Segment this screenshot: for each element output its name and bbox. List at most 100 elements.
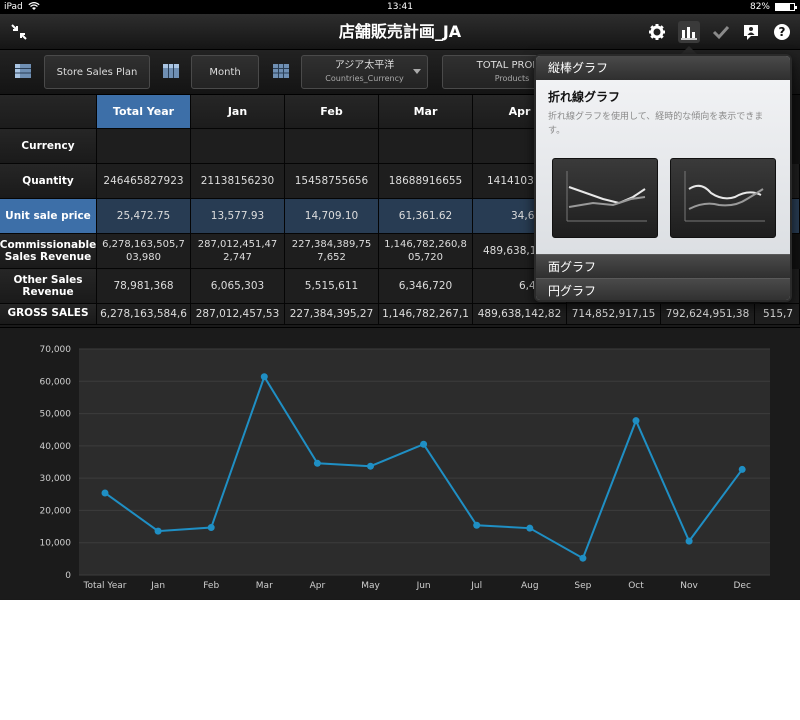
x-tick-label: Total Year: [83, 581, 127, 591]
table-cell[interactable]: 287,012,457,53: [191, 304, 285, 325]
gear-icon[interactable]: [646, 21, 668, 43]
x-tick-label: Feb: [203, 581, 219, 591]
user-comment-icon[interactable]: [740, 21, 762, 43]
x-tick-label: May: [361, 581, 380, 591]
y-tick-label: 20,000: [40, 506, 72, 516]
region-sublabel: Countries_Currency: [325, 74, 404, 83]
table-cell[interactable]: [191, 129, 285, 164]
data-point[interactable]: [101, 489, 109, 497]
line-chart-svg: 0 10,000 20,000 30,000 40,000 50,000 60,000 70,…: [40, 345, 770, 591]
line-chart-thumbnail-1[interactable]: [552, 158, 658, 238]
data-point[interactable]: [632, 417, 640, 425]
col-header-jan[interactable]: Jan: [191, 95, 285, 129]
table-cell[interactable]: [379, 129, 473, 164]
checkmark-icon[interactable]: [710, 21, 732, 43]
data-point[interactable]: [154, 527, 162, 535]
y-tick-label: 50,000: [40, 410, 72, 420]
x-tick-label: Apr: [310, 581, 326, 591]
y-tick-label: 60,000: [40, 377, 72, 387]
data-point[interactable]: [526, 524, 534, 532]
plan-selector-button[interactable]: Store Sales Plan: [44, 55, 150, 89]
data-point[interactable]: [738, 465, 746, 473]
table-cell[interactable]: 5,515,611: [285, 269, 379, 304]
table-cell[interactable]: 1,146,782,260,8 05,720: [379, 234, 473, 269]
table-cell[interactable]: 515,7: [755, 304, 800, 325]
data-point[interactable]: [685, 537, 693, 545]
table-cell[interactable]: 21138156230: [191, 164, 285, 199]
table-cell[interactable]: 792,624,951,38: [661, 304, 755, 325]
table-cell[interactable]: 714,852,917,15: [567, 304, 661, 325]
table-cell[interactable]: 15458755656: [285, 164, 379, 199]
row-header-currency[interactable]: Currency: [0, 129, 97, 164]
line-chart: 0 10,000 20,000 30,000 40,000 50,000 60,000 70,…: [0, 327, 800, 599]
status-bar: iPad 13:41 82%: [0, 0, 800, 14]
table-cell[interactable]: 6,278,163,584,6: [97, 304, 191, 325]
col-header-total-year[interactable]: Total Year: [97, 95, 191, 129]
data-point[interactable]: [420, 440, 428, 448]
col-header-mar[interactable]: Mar: [379, 95, 473, 129]
row-header-quantity[interactable]: Quantity: [0, 164, 97, 199]
battery-icon: [775, 3, 797, 11]
table-cell[interactable]: 13,577.93: [191, 199, 285, 234]
svg-text:?: ?: [779, 25, 786, 39]
region-selector-button[interactable]: アジア太平洋 Countries_Currency: [301, 55, 428, 89]
table-cell[interactable]: 6,346,720: [379, 269, 473, 304]
table-cell[interactable]: 61,361.62: [379, 199, 473, 234]
table-cell[interactable]: 25,472.75: [97, 199, 191, 234]
data-point[interactable]: [260, 373, 268, 381]
x-tick-label: Aug: [521, 581, 539, 591]
table-cell[interactable]: 14,709.10: [285, 199, 379, 234]
x-tick-label: Jun: [416, 581, 431, 591]
table-cell[interactable]: 227,384,395,27: [285, 304, 379, 325]
col-header-feb[interactable]: Feb: [285, 95, 379, 129]
table-cell[interactable]: 78,981,368: [97, 269, 191, 304]
line-chart-thumbnail-2[interactable]: [670, 158, 776, 238]
table-cell[interactable]: 287,012,451,47 2,747: [191, 234, 285, 269]
corner-cell: [0, 95, 97, 129]
data-point[interactable]: [313, 459, 321, 467]
title-bar: 店舗販売計画_JA ?: [0, 14, 800, 50]
table-cell[interactable]: 6,065,303: [191, 269, 285, 304]
plot-area: [79, 349, 770, 575]
x-tick-label: Dec: [733, 581, 750, 591]
battery-percent: 82%: [749, 2, 770, 12]
menu-item-area-chart[interactable]: 面グラフ: [536, 254, 790, 278]
y-tick-label: 30,000: [40, 474, 72, 484]
region-label: アジア太平洋: [334, 60, 395, 71]
table-cell[interactable]: 227,384,389,75 7,652: [285, 234, 379, 269]
y-tick-label: 40,000: [40, 442, 72, 452]
chevron-down-icon: [413, 69, 421, 74]
chart-type-popover: 縦棒グラフ 折れ線グラフ 折れ線グラフを使用して、経時的な傾向を表示できます。 …: [534, 54, 792, 302]
table-cell[interactable]: 18688916655: [379, 164, 473, 199]
x-tick-label: Nov: [680, 581, 698, 591]
menu-item-column-chart[interactable]: 縦棒グラフ: [536, 56, 790, 80]
menu-item-pie-chart[interactable]: 円グラフ: [536, 278, 790, 300]
period-selector-button[interactable]: Month: [191, 55, 259, 89]
row-header-commissionable-sales-revenue[interactable]: Commissionable Sales Revenue: [0, 234, 97, 269]
data-point[interactable]: [579, 554, 587, 562]
app-screen: iPad 13:41 82% 店舗販売計画_JA ? Store Sales P…: [0, 0, 800, 600]
table-cell[interactable]: 1,146,782,267,1: [379, 304, 473, 325]
column-dimension-icon[interactable]: [162, 62, 180, 80]
table-cell[interactable]: 489,638,142,82: [473, 304, 567, 325]
row-header-unit-sale-price[interactable]: Unit sale price: [0, 199, 97, 234]
data-point[interactable]: [473, 521, 481, 529]
y-tick-label: 10,000: [40, 539, 72, 549]
table-cell[interactable]: [97, 129, 191, 164]
y-tick-label: 0: [65, 571, 71, 581]
data-point[interactable]: [367, 462, 374, 470]
x-tick-label: Mar: [256, 581, 273, 591]
selected-chart-description: 折れ線グラフを使用して、経時的な傾向を表示できます。: [548, 112, 764, 136]
table-cell[interactable]: [285, 129, 379, 164]
row-dimension-icon[interactable]: [14, 62, 32, 80]
data-point[interactable]: [207, 524, 215, 532]
bar-chart-icon[interactable]: [678, 21, 700, 43]
x-tick-label: Jul: [470, 581, 482, 591]
row-header-gross-sales[interactable]: GROSS SALES: [0, 304, 97, 325]
menu-item-line-chart-selected[interactable]: 折れ線グラフ 折れ線グラフを使用して、経時的な傾向を表示できます。: [536, 80, 790, 254]
table-cell[interactable]: 246465827923: [97, 164, 191, 199]
help-icon[interactable]: ?: [771, 21, 793, 43]
table-cell[interactable]: 6,278,163,505,7 03,980: [97, 234, 191, 269]
row-header-other-sales-revenue[interactable]: Other Sales Revenue: [0, 269, 97, 304]
pov-dimension-icon[interactable]: [272, 62, 290, 80]
